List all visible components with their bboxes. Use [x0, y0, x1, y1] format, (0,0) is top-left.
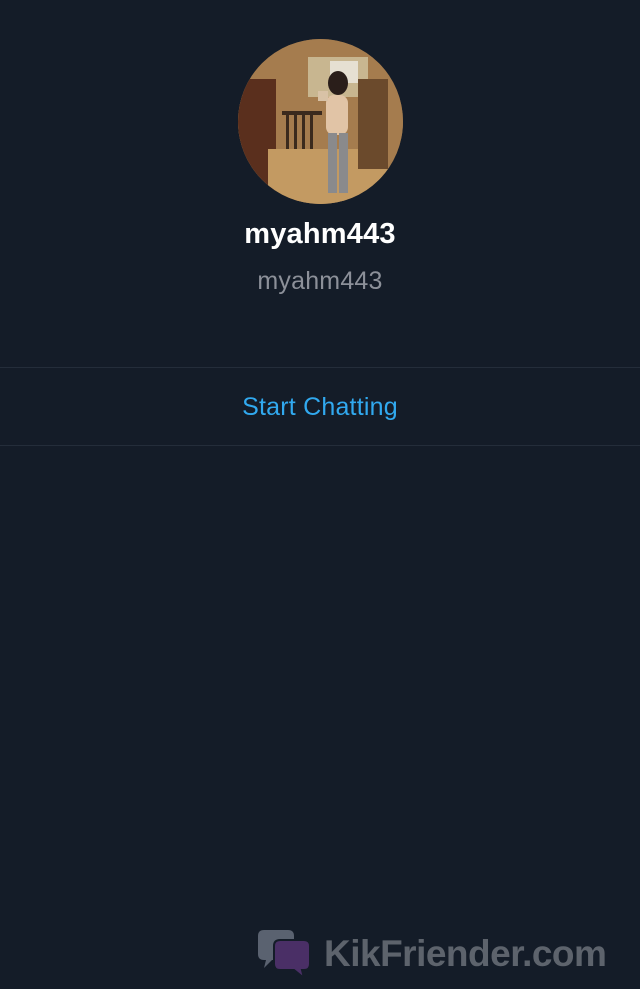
chat-bubbles-logo-icon: [258, 930, 311, 980]
start-chatting-button[interactable]: Start Chatting: [0, 368, 640, 445]
username: myahm443: [257, 267, 383, 295]
start-chatting-label: Start Chatting: [242, 392, 398, 421]
watermark-text: KikFriender.com: [324, 933, 607, 974]
display-name: myahm443: [244, 218, 396, 250]
avatar[interactable]: [238, 39, 403, 204]
watermark: KikFriender.com: [254, 924, 607, 984]
profile-header: myahm443 myahm443: [0, 0, 640, 368]
divider: [0, 445, 640, 446]
avatar-photo: [238, 39, 403, 204]
